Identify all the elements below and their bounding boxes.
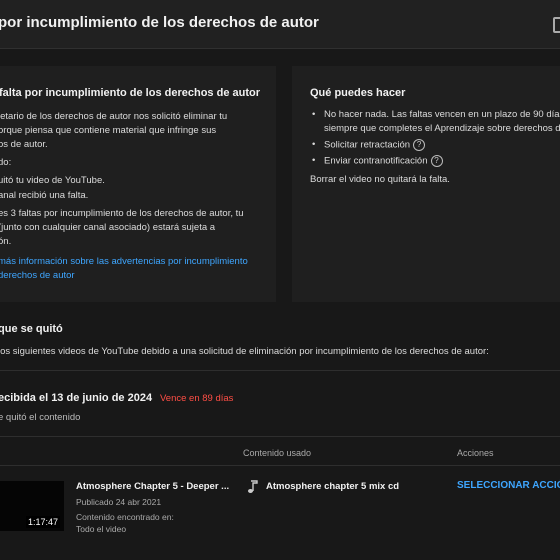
strike-text-line: anal recibió una falta. xyxy=(0,190,89,201)
divider xyxy=(0,370,560,371)
removed-content-description: los siguientes videos de YouTube debido … xyxy=(0,346,489,357)
divider xyxy=(0,436,560,437)
copy-icon[interactable] xyxy=(553,17,560,33)
strike-text-line: es 3 faltas por incumplimiento de los de… xyxy=(0,208,244,219)
column-header-content: Contenido usado xyxy=(243,448,312,458)
request-received-title: ecibida el 13 de junio de 2024 xyxy=(0,392,153,404)
bullet: • xyxy=(312,155,316,166)
bullet: • xyxy=(312,109,316,120)
strike-panel-title: falta por incumplimiento de los derechos… xyxy=(0,87,260,99)
strike-text-line: os de autor. xyxy=(0,139,48,150)
video-duration: 1:17:47 xyxy=(25,516,60,528)
video-thumbnail[interactable]: 1:17:47 xyxy=(0,481,64,531)
do-nothing-option-continued: siempre que completes el Aprendizaje sob… xyxy=(324,123,560,134)
music-note-icon xyxy=(248,480,258,493)
learn-more-link[interactable]: más información sobre las advertencias p… xyxy=(0,256,248,267)
strike-text-line: (junto con cualquier canal asociado) est… xyxy=(0,222,216,233)
strike-text-line: orque piensa que contiene material que i… xyxy=(0,125,217,136)
select-action-button[interactable]: SELECCIONAR ACCIÓN xyxy=(457,480,560,491)
help-circle-icon[interactable]: ? xyxy=(430,155,443,167)
divider xyxy=(0,465,560,466)
do-nothing-option: No hacer nada. Las faltas vencen en un p… xyxy=(324,109,560,120)
request-retraction-option: Solicitar retractación? xyxy=(324,139,426,151)
delete-video-note: Borrar el video no quitará la falta. xyxy=(310,174,450,185)
video-title[interactable]: Atmosphere Chapter 5 - Deeper ... xyxy=(76,481,229,492)
strike-text-line: do: xyxy=(0,157,12,168)
strike-text-line: uitó tu video de YouTube. xyxy=(0,175,105,186)
help-circle-icon[interactable]: ? xyxy=(413,139,426,151)
strike-text-line: ietario de los derechos de autor nos sol… xyxy=(0,111,228,122)
learn-more-link-continued[interactable]: derechos de autor xyxy=(0,270,75,281)
video-published: Publicado 24 abr 2021 xyxy=(76,497,162,507)
content-found-value: Todo el video xyxy=(76,524,127,534)
what-you-can-do-title: Qué puedes hacer xyxy=(310,87,406,99)
expiry-badge: Vence en 89 días xyxy=(160,393,234,404)
column-header-actions: Acciones xyxy=(457,448,494,458)
counter-notification-label: Enviar contranotificación xyxy=(324,155,428,167)
bullet: • xyxy=(312,139,316,150)
content-found-label: Contenido encontrado en: xyxy=(76,512,174,522)
request-subtitle: e quitó el contenido xyxy=(0,412,81,423)
removed-content-title: que se quitó xyxy=(0,323,63,335)
strike-text-line: ón. xyxy=(0,236,12,247)
request-retraction-label: Solicitar retractación xyxy=(324,139,411,151)
counter-notification-option: Enviar contranotificación? xyxy=(324,155,443,167)
content-used-title: Atmosphere chapter 5 mix cd xyxy=(266,481,400,492)
page-title: por incumplimiento de los derechos de au… xyxy=(0,14,319,31)
